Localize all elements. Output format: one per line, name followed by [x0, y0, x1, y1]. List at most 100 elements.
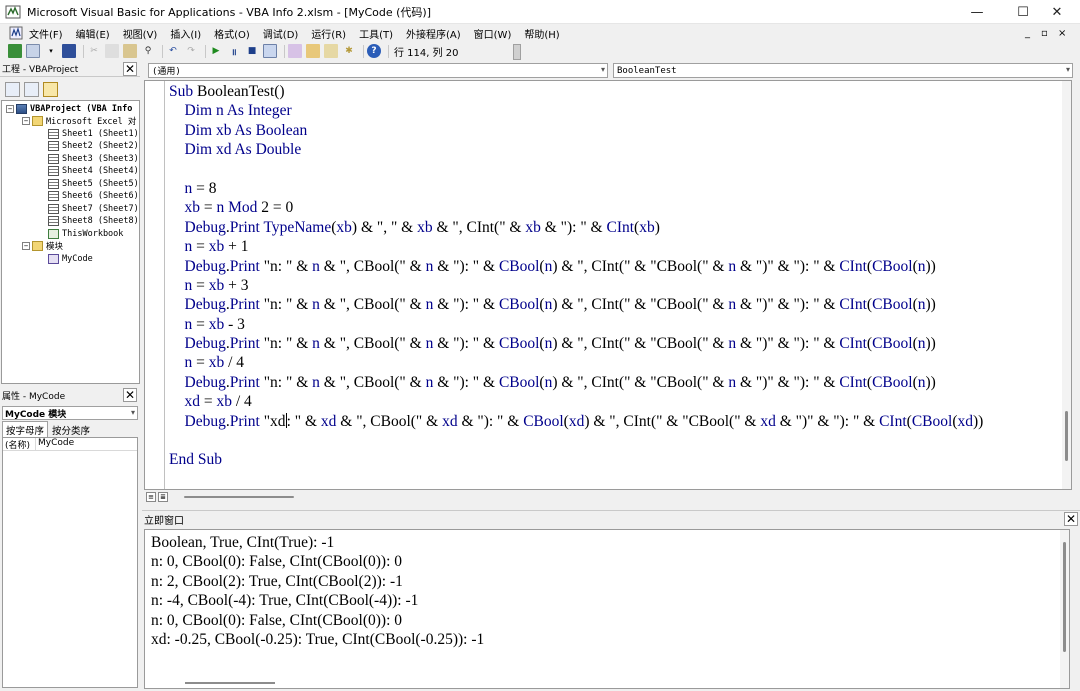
vba-menu-icon[interactable]: [9, 26, 23, 40]
menu-run[interactable]: 运行(R): [311, 26, 346, 41]
chevron-down-icon[interactable]: ▾: [601, 65, 605, 74]
tab-alphabetic[interactable]: 按字母序: [2, 421, 49, 437]
immediate-line[interactable]: Boolean, True, CInt(True): -1: [151, 533, 484, 552]
tree-node-vbaproject[interactable]: − VBAProject (VBA Info: [6, 103, 132, 115]
menu-addins[interactable]: 外接程序(A): [406, 26, 461, 41]
code-line[interactable]: [169, 431, 983, 450]
code-line[interactable]: Dim xd As Double: [169, 140, 983, 159]
mdi-restore-button[interactable]: ▫: [1041, 24, 1048, 42]
tree-node-thisworkbook[interactable]: ThisWorkbook: [48, 228, 123, 240]
help-icon[interactable]: ?: [367, 44, 381, 58]
property-value[interactable]: MyCode: [36, 438, 74, 450]
project-explorer-icon[interactable]: [288, 44, 302, 58]
code-editor[interactable]: Sub BooleanTest() Dim n As Integer Dim x…: [144, 80, 1072, 490]
code-line[interactable]: n = xb - 3: [169, 315, 983, 334]
chevron-down-icon[interactable]: ▾: [131, 408, 135, 417]
code-line[interactable]: Debug.Print "n: " & n & ", CBool(" & n &…: [169, 373, 983, 392]
copy-icon[interactable]: [105, 44, 119, 58]
tree-node-modules[interactable]: − 模块: [22, 240, 63, 252]
run-icon[interactable]: ▶: [209, 44, 223, 58]
immediate-output[interactable]: Boolean, True, CInt(True): -1 n: 0, CBool…: [151, 533, 484, 649]
code-margin[interactable]: [145, 81, 165, 489]
toolbar-overflow-handle[interactable]: [513, 44, 521, 60]
code-horizontal-scrollbar[interactable]: [184, 496, 294, 498]
code-text[interactable]: Sub BooleanTest() Dim n As Integer Dim x…: [169, 82, 983, 470]
procedure-combo[interactable]: BooleanTest ▾: [613, 63, 1073, 78]
tree-node-sheet4[interactable]: Sheet4 (Sheet4): [48, 165, 139, 177]
chevron-down-icon[interactable]: ▾: [44, 44, 58, 58]
immediate-line[interactable]: xd: -0.25, CBool(-0.25): True, CInt(CBoo…: [151, 630, 484, 649]
find-icon[interactable]: ⚲: [141, 44, 155, 58]
save-icon[interactable]: [62, 44, 76, 58]
toggle-folders-icon[interactable]: [43, 81, 58, 97]
design-mode-icon[interactable]: [263, 44, 277, 58]
code-line[interactable]: Debug.Print "n: " & n & ", CBool(" & n &…: [169, 334, 983, 353]
code-vertical-scrollbar[interactable]: [1062, 81, 1071, 489]
insert-module-icon[interactable]: [26, 44, 40, 58]
project-pane-close-icon[interactable]: ✕: [123, 62, 137, 76]
code-line[interactable]: n = xb / 4: [169, 353, 983, 372]
full-module-view-icon[interactable]: ≣: [158, 492, 168, 502]
properties-pane-close-icon[interactable]: ✕: [123, 388, 137, 402]
tree-node-excel-objects[interactable]: − Microsoft Excel 对: [22, 115, 136, 127]
tree-node-sheet1[interactable]: Sheet1 (Sheet1): [48, 128, 139, 140]
menu-edit[interactable]: 编辑(E): [76, 26, 110, 41]
scroll-thumb[interactable]: [1063, 542, 1066, 652]
code-line[interactable]: xd = xb / 4: [169, 392, 983, 411]
collapse-icon[interactable]: −: [6, 105, 14, 113]
break-icon[interactable]: ॥: [227, 44, 241, 58]
code-line[interactable]: n = xb + 1: [169, 237, 983, 256]
collapse-icon[interactable]: −: [22, 242, 30, 250]
immediate-line[interactable]: n: -4, CBool(-4): True, CInt(CBool(-4)):…: [151, 591, 484, 610]
menu-insert[interactable]: 插入(I): [170, 26, 201, 41]
code-line[interactable]: Sub BooleanTest(): [169, 82, 983, 101]
code-line[interactable]: Debug.Print "xd: " & xd & ", CBool(" & x…: [169, 412, 983, 431]
immediate-horizontal-scrollbar[interactable]: [185, 682, 275, 684]
view-code-icon[interactable]: [5, 81, 20, 97]
code-line[interactable]: End Sub: [169, 450, 983, 469]
menu-debug[interactable]: 调试(D): [263, 26, 299, 41]
menu-file[interactable]: 文件(F): [29, 26, 63, 41]
tree-node-sheet7[interactable]: Sheet7 (Sheet7): [48, 203, 139, 215]
code-line[interactable]: Debug.Print TypeName(xb) & ", " & xb & "…: [169, 218, 983, 237]
immediate-line[interactable]: n: 0, CBool(0): False, CInt(CBool(0)): 0: [151, 552, 484, 571]
tree-node-sheet2[interactable]: Sheet2 (Sheet2): [48, 140, 139, 152]
properties-object-select[interactable]: MyCode 模块 ▾: [2, 406, 138, 420]
code-line[interactable]: Dim n As Integer: [169, 101, 983, 120]
code-line[interactable]: [169, 160, 983, 179]
tree-node-sheet8[interactable]: Sheet8 (Sheet8): [48, 215, 139, 227]
minimize-button[interactable]: —: [954, 0, 1000, 24]
immediate-vertical-scrollbar[interactable]: [1060, 530, 1069, 688]
object-browser-icon[interactable]: [324, 44, 338, 58]
code-line[interactable]: Debug.Print "n: " & n & ", CBool(" & n &…: [169, 295, 983, 314]
immediate-line[interactable]: n: 2, CBool(2): True, CInt(CBool(2)): -1: [151, 572, 484, 591]
collapse-icon[interactable]: −: [22, 117, 30, 125]
redo-icon[interactable]: ↷: [184, 44, 198, 58]
code-line[interactable]: n = xb + 3: [169, 276, 983, 295]
code-line[interactable]: Debug.Print "n: " & n & ", CBool(" & n &…: [169, 257, 983, 276]
menu-view[interactable]: 视图(V): [123, 26, 158, 41]
immediate-line[interactable]: n: 0, CBool(0): False, CInt(CBool(0)): 0: [151, 611, 484, 630]
paste-icon[interactable]: [123, 44, 137, 58]
object-combo[interactable]: (通用) ▾: [148, 63, 608, 78]
tree-node-sheet6[interactable]: Sheet6 (Sheet6): [48, 190, 139, 202]
code-line[interactable]: xb = n Mod 2 = 0: [169, 198, 983, 217]
tree-node-mycode[interactable]: MyCode: [48, 253, 93, 265]
tree-node-sheet5[interactable]: Sheet5 (Sheet5): [48, 178, 139, 190]
code-line[interactable]: Dim xb As Boolean: [169, 121, 983, 140]
reset-icon[interactable]: ■: [245, 44, 259, 58]
tab-categorized[interactable]: 按分类序: [48, 421, 94, 437]
view-excel-icon[interactable]: [8, 44, 22, 58]
menu-window[interactable]: 窗口(W): [474, 26, 512, 41]
chevron-down-icon[interactable]: ▾: [1066, 65, 1070, 74]
mdi-minimize-button[interactable]: _: [1025, 24, 1030, 42]
properties-window-icon[interactable]: [306, 44, 320, 58]
undo-icon[interactable]: ↶: [166, 44, 180, 58]
menu-help[interactable]: 帮助(H): [524, 26, 559, 41]
code-line[interactable]: n = 8: [169, 179, 983, 198]
cut-icon[interactable]: ✂: [87, 44, 101, 58]
immediate-window[interactable]: Boolean, True, CInt(True): -1 n: 0, CBool…: [144, 529, 1070, 689]
view-object-icon[interactable]: [24, 81, 39, 97]
close-button[interactable]: ✕: [1034, 0, 1080, 24]
menu-format[interactable]: 格式(O): [214, 26, 250, 41]
